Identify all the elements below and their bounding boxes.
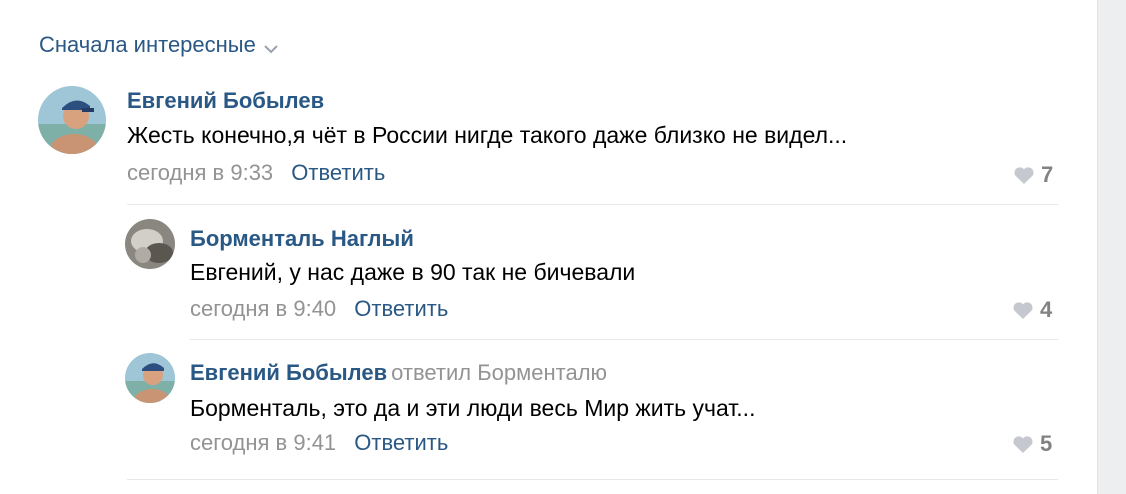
- avatar[interactable]: [125, 353, 175, 403]
- sort-dropdown[interactable]: Сначала интересные: [39, 30, 278, 60]
- comment-text: Евгений, у нас даже в 90 так не бичевали: [190, 259, 636, 285]
- like-button[interactable]: 7: [1013, 162, 1053, 188]
- reply-to-link[interactable]: ответил Борменталю: [391, 360, 607, 385]
- reply-button[interactable]: Ответить: [291, 160, 385, 185]
- heart-icon: [1013, 166, 1035, 185]
- comment-author[interactable]: Борменталь Наглый: [190, 226, 414, 252]
- comment-time[interactable]: сегодня в 9:33: [127, 160, 273, 185]
- like-count: 7: [1041, 162, 1054, 187]
- comment-meta: сегодня в 9:41 Ответить: [190, 430, 448, 456]
- heart-icon: [1012, 301, 1034, 320]
- like-button[interactable]: 5: [1012, 431, 1052, 457]
- comment-author[interactable]: Евгений Бобылев ответил Борменталю: [190, 360, 607, 386]
- reply-button[interactable]: Ответить: [354, 296, 448, 321]
- divider: [127, 204, 1058, 205]
- avatar[interactable]: [38, 86, 106, 154]
- chevron-down-icon: [264, 34, 278, 60]
- like-count: 4: [1040, 297, 1053, 322]
- like-button[interactable]: 4: [1012, 297, 1052, 323]
- comment-time[interactable]: сегодня в 9:40: [190, 296, 336, 321]
- heart-icon: [1012, 435, 1034, 454]
- divider: [127, 479, 1058, 480]
- like-count: 5: [1040, 431, 1053, 456]
- scrollbar-gutter[interactable]: [1097, 0, 1126, 494]
- sort-label: Сначала интересные: [39, 32, 256, 57]
- comment-author[interactable]: Евгений Бобылев: [127, 88, 324, 114]
- comment-meta: сегодня в 9:40 Ответить: [190, 296, 448, 322]
- author-name[interactable]: Евгений Бобылев: [190, 360, 387, 385]
- comment-meta: сегодня в 9:33 Ответить: [127, 160, 385, 186]
- comment-text: Жесть конечно,я чёт в России нигде таког…: [127, 122, 848, 148]
- comment-time[interactable]: сегодня в 9:41: [190, 430, 336, 455]
- divider: [190, 339, 1058, 340]
- avatar[interactable]: [125, 219, 175, 269]
- comment-text: Борменталь, это да и эти люди весь Мир ж…: [190, 395, 756, 421]
- reply-button[interactable]: Ответить: [354, 430, 448, 455]
